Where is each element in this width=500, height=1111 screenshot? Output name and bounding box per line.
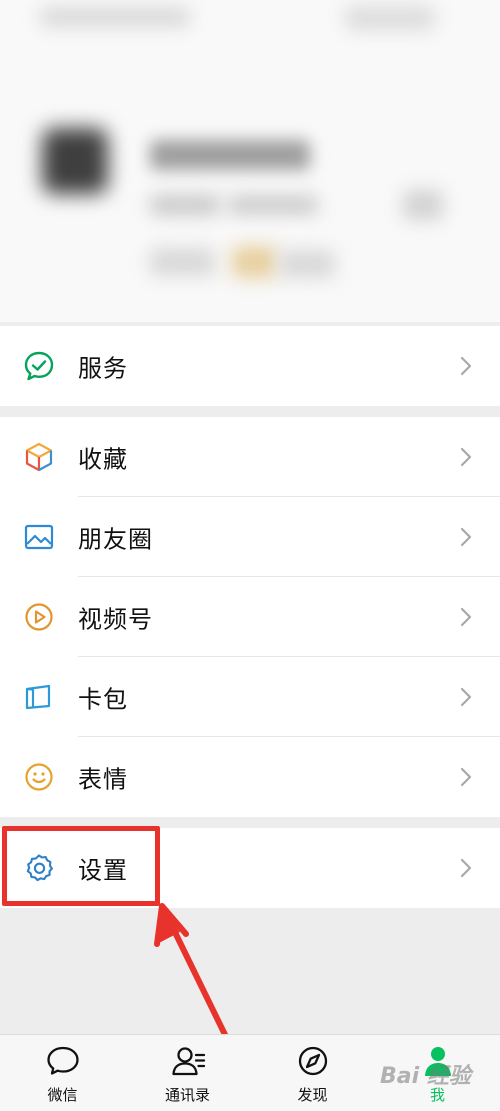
menu-item-cards[interactable]: 卡包 xyxy=(0,657,500,737)
status-button-blur[interactable] xyxy=(280,250,335,278)
menu-group-service: 服务 xyxy=(0,326,500,406)
chevron-right-icon xyxy=(460,858,472,878)
watermark: Bai 经验 xyxy=(380,1064,471,1089)
menu-item-channels[interactable]: 视频号 xyxy=(0,577,500,657)
tab-chats[interactable]: 微信 xyxy=(0,1035,125,1111)
compass-icon xyxy=(298,1046,327,1076)
contacts-icon xyxy=(171,1047,205,1076)
profile-name-blur xyxy=(150,140,310,170)
tab-contacts[interactable]: 通讯录 xyxy=(125,1035,250,1111)
profile-id-blur xyxy=(228,196,318,214)
status-bar-blur xyxy=(40,8,190,26)
tab-contacts-label: 通讯录 xyxy=(164,1086,210,1104)
cube-icon xyxy=(22,440,56,474)
chat-bubble-icon xyxy=(46,1046,79,1075)
chevron-right-icon xyxy=(460,767,472,787)
chevron-right-icon xyxy=(460,607,472,627)
wallet-card-icon xyxy=(22,680,56,714)
profile-header[interactable] xyxy=(0,0,500,322)
play-icon xyxy=(22,600,56,634)
chevron-right-icon xyxy=(460,356,472,376)
menu-item-stickers[interactable]: 表情 xyxy=(0,737,500,817)
chevron-right-icon xyxy=(460,687,472,707)
menu-item-moments-label: 朋友圈 xyxy=(78,525,153,554)
status-bar-blur xyxy=(345,6,435,30)
chevron-right-icon xyxy=(460,447,472,467)
menu-item-cards-label: 卡包 xyxy=(78,685,128,714)
menu-item-service[interactable]: 服务 xyxy=(0,326,500,406)
tab-chats-label: 微信 xyxy=(47,1086,78,1104)
menu-item-moments[interactable]: 朋友圈 xyxy=(0,497,500,577)
menu-group-main: 收藏 朋友圈 视频号 卡包 表情 xyxy=(0,417,500,817)
profile-id-blur xyxy=(150,195,220,215)
menu-item-favorites-label: 收藏 xyxy=(78,445,128,474)
tab-discover[interactable]: 发现 xyxy=(250,1035,375,1111)
status-emoji-blur xyxy=(232,246,277,278)
qr-code-icon[interactable] xyxy=(403,190,443,220)
service-icon xyxy=(22,349,56,383)
avatar[interactable] xyxy=(42,128,108,194)
status-button-blur[interactable] xyxy=(150,248,215,276)
menu-item-channels-label: 视频号 xyxy=(78,605,153,634)
chevron-right-icon xyxy=(460,527,472,547)
smiley-icon xyxy=(22,760,56,794)
tab-discover-label: 发现 xyxy=(297,1086,328,1104)
menu-item-stickers-label: 表情 xyxy=(78,765,128,794)
menu-item-service-label: 服务 xyxy=(78,354,128,383)
picture-icon xyxy=(22,520,56,554)
highlight-box xyxy=(2,826,160,906)
menu-item-favorites[interactable]: 收藏 xyxy=(0,417,500,497)
